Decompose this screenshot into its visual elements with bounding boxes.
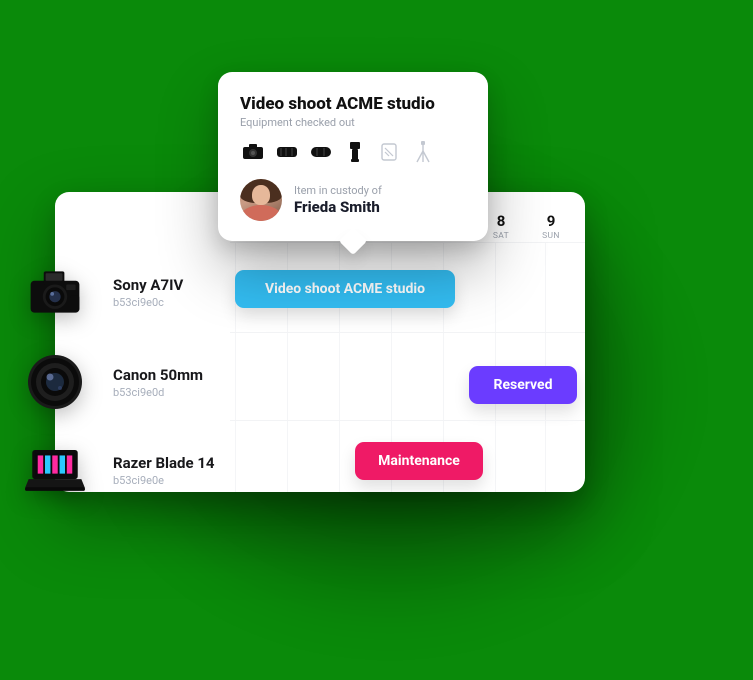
item-id: b53ci9e0c (113, 296, 183, 309)
item-name: Canon 50mm (113, 366, 203, 384)
item-name: Sony A7IV (113, 276, 183, 294)
event-label: Maintenance (378, 453, 460, 469)
memory-icon (376, 141, 402, 163)
camera-icon (240, 141, 266, 163)
day-number: 8 (487, 212, 515, 230)
popover-equipment-row (240, 141, 466, 163)
avatar (240, 179, 282, 221)
table-row: Canon 50mm b53ci9e0d Reserved (55, 332, 585, 432)
item-thumb-laptop (25, 442, 85, 498)
event-maintenance[interactable]: Maintenance (355, 442, 483, 480)
item-id: b53ci9e0d (113, 386, 203, 399)
popover-subtitle: Equipment checked out (240, 116, 466, 129)
grid-hline (230, 332, 585, 333)
day-dow: SAT (487, 231, 515, 241)
table-row: Sony A7IV b53ci9e0c Video shoot ACME stu… (55, 242, 585, 342)
event-popover: Video shoot ACME studio Equipment checke… (218, 72, 488, 241)
item-meta: Canon 50mm b53ci9e0d (113, 366, 203, 399)
grid-hline (230, 242, 585, 243)
popover-title: Video shoot ACME studio (240, 94, 466, 114)
custody-name: Frieda Smith (294, 198, 382, 216)
custody-row: Item in custody of Frieda Smith (240, 179, 466, 221)
event-reserved[interactable]: Reserved (469, 366, 577, 404)
table-row: Razer Blade 14 b53ci9e0e Maintenance (55, 420, 585, 520)
item-meta: Razer Blade 14 b53ci9e0e (113, 454, 215, 487)
day-number: 9 (537, 212, 565, 230)
event-shoot[interactable]: Video shoot ACME studio (235, 270, 455, 308)
custody-label: Item in custody of (294, 184, 382, 197)
day-dow: SUN (537, 231, 565, 241)
grid-hline (230, 420, 585, 421)
tripod-icon (410, 141, 436, 163)
item-name: Razer Blade 14 (113, 454, 215, 472)
item-id: b53ci9e0e (113, 474, 215, 487)
event-label: Video shoot ACME studio (265, 281, 425, 297)
lens2-icon (308, 141, 334, 163)
calendar-day-header: 8 SAT 9 SUN (487, 212, 565, 241)
item-meta: Sony A7IV b53ci9e0c (113, 276, 183, 309)
item-thumb-lens (25, 354, 85, 410)
flash-icon (342, 141, 368, 163)
event-label: Reserved (494, 377, 553, 393)
lens-icon (274, 141, 300, 163)
item-thumb-camera (25, 264, 85, 320)
calendar-day[interactable]: 8 SAT (487, 212, 515, 241)
calendar-day[interactable]: 9 SUN (537, 212, 565, 241)
